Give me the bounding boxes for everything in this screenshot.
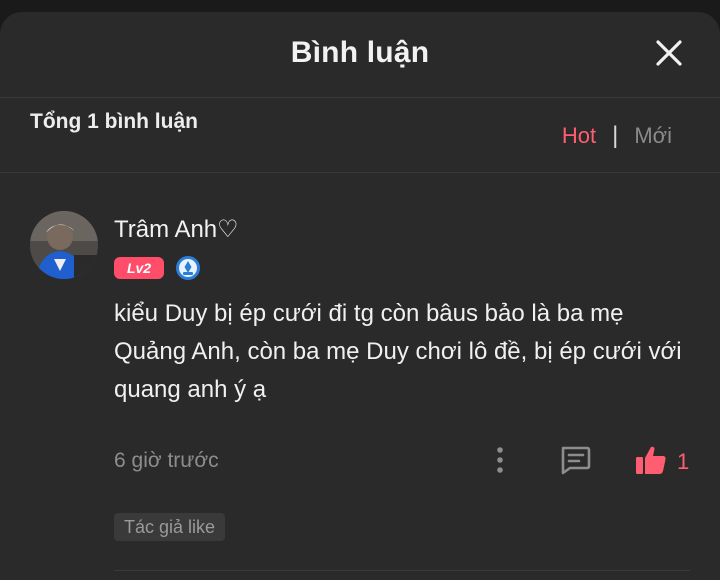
- more-options-button[interactable]: [490, 445, 510, 475]
- page-title: Bình luận: [290, 36, 430, 69]
- medal-icon: [176, 256, 200, 280]
- comment-text: kiểu Duy bị ép cưới đi tg còn bâus bảo l…: [114, 300, 682, 403]
- thumbs-up-icon: [636, 446, 666, 474]
- reply-button[interactable]: [558, 445, 592, 475]
- comment-count: Tổng 1 bình luận: [30, 110, 198, 133]
- comment-username[interactable]: Trâm Anh♡: [114, 215, 239, 244]
- sheet-header: Bình luận: [0, 12, 720, 98]
- author-liked-badge: Tác giả like: [114, 513, 226, 541]
- more-vertical-icon: [497, 447, 503, 473]
- sort-separator: |: [612, 122, 619, 149]
- comment-timestamp: 6 giờ trước: [114, 449, 219, 472]
- comments-toolbar: Tổng 1 bình luận Hot | Mới: [0, 98, 720, 173]
- like-button[interactable]: [634, 444, 668, 476]
- level-badge: Lv2: [114, 257, 164, 279]
- comments-sheet: Bình luận Tổng 1 bình luận Hot | Mới Trâ…: [0, 12, 720, 580]
- sort-hot-tab[interactable]: Hot: [562, 123, 596, 149]
- sort-new-tab[interactable]: Mới: [634, 123, 672, 149]
- close-icon: [656, 40, 682, 66]
- comment-icon: [561, 446, 591, 475]
- like-count: 1: [677, 449, 690, 474]
- divider: [114, 570, 690, 571]
- avatar[interactable]: [30, 211, 98, 279]
- close-button[interactable]: [654, 38, 684, 68]
- sort-tabs: Hot | Mới: [562, 122, 672, 150]
- comment-item: Trâm Anh♡ Lv2 kiểu Duy bị ép cưới đi tg …: [0, 173, 720, 573]
